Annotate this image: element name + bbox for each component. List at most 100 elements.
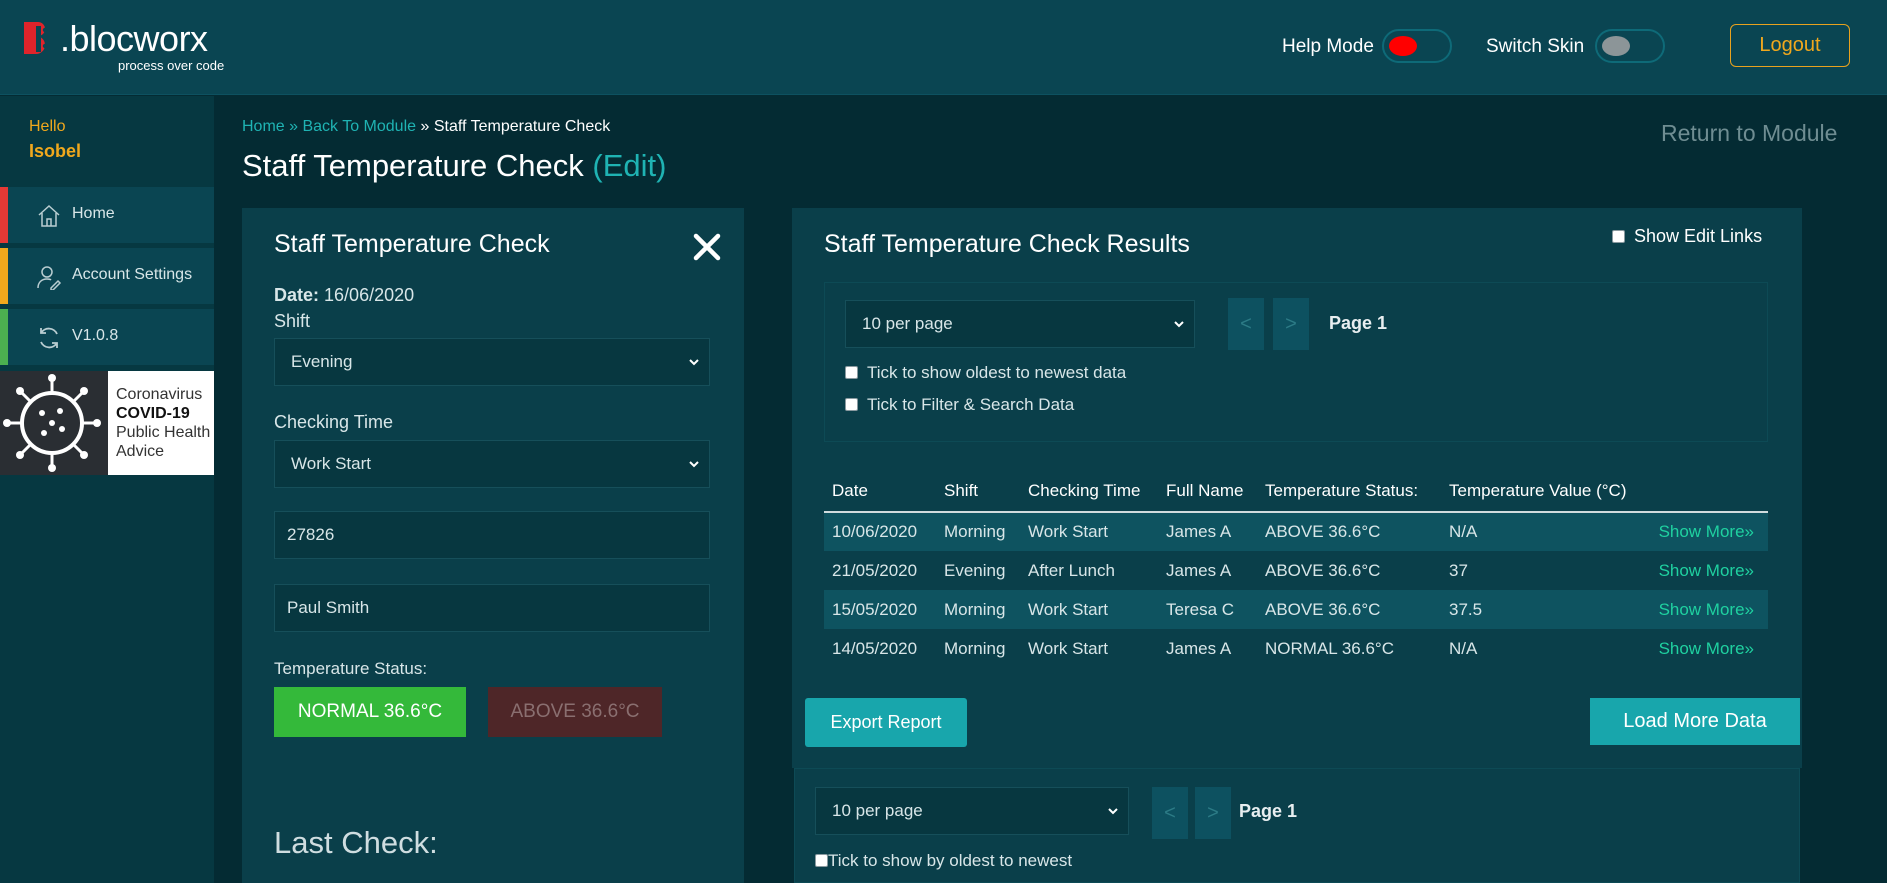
cell-full-name: James A <box>1166 560 1232 580</box>
logo-text: .blocworx <box>60 18 208 59</box>
oldest-first-label: Tick to show oldest to newest data <box>867 363 1127 382</box>
previous-page-button[interactable]: < <box>1228 298 1264 350</box>
temperature-status-label: Temperature Status: <box>274 659 428 678</box>
cell-temperature-value: 37 <box>1449 560 1468 580</box>
logout-button[interactable]: Logout <box>1730 24 1850 67</box>
filter-search-label: Tick to Filter & Search Data <box>867 395 1075 414</box>
show-edit-links-label: Show Edit Links <box>1634 226 1763 246</box>
staff-name-input[interactable]: Paul Smith <box>274 584 710 632</box>
shift-select[interactable]: Evening <box>274 338 710 386</box>
sidebar-item-label: V1.0.8 <box>72 327 119 344</box>
show-more-link[interactable]: Show More» <box>1631 629 1768 668</box>
normal-temperature-button[interactable]: NORMAL 36.6°C <box>274 687 466 737</box>
cell-temperature-status: ABOVE 36.6°C <box>1257 512 1441 551</box>
export-report-button[interactable]: Export Report <box>805 698 967 747</box>
oldest-first-checkbox[interactable] <box>845 366 858 380</box>
close-icon[interactable] <box>690 230 724 264</box>
show-edit-links-option[interactable]: Show Edit Links <box>1612 226 1762 247</box>
covid-advice-banner[interactable]: Coronavirus COVID-19 Public Health Advic… <box>0 371 214 475</box>
logo-mark-icon <box>24 22 48 54</box>
edit-link[interactable]: (Edit) <box>592 148 666 183</box>
column-header-temperature-status[interactable]: Temperature Status: <box>1257 470 1441 513</box>
bottom-previous-page-button[interactable]: < <box>1152 787 1188 839</box>
show-more-link[interactable]: Show More» <box>1631 512 1768 551</box>
cell-checking-time: Work Start <box>1020 590 1158 629</box>
chevron-down-icon <box>1108 808 1118 815</box>
switch-skin-knob <box>1602 36 1630 56</box>
date-row: Date: 16/06/2020 <box>274 285 414 306</box>
checking-time-select[interactable]: Work Start <box>274 440 710 488</box>
cell-temperature-value: N/A <box>1449 638 1478 658</box>
sidebar-item-label: Account Settings <box>72 266 193 283</box>
filter-search-option[interactable]: Tick to Filter & Search Data <box>845 395 1074 415</box>
cell-shift: Morning <box>944 638 1006 658</box>
cell-date: 10/06/2020 <box>824 512 936 551</box>
table-row: 15/05/2020 Morning Work Start Teresa C A… <box>824 590 1768 629</box>
checking-time-label: Checking Time <box>274 412 394 432</box>
oldest-first-option[interactable]: Tick to show oldest to newest data <box>845 363 1126 383</box>
filter-search-checkbox[interactable] <box>845 398 858 412</box>
bottom-oldest-first-checkbox[interactable] <box>815 854 828 868</box>
sidebar-item-account-settings[interactable]: Account Settings <box>0 248 214 306</box>
cell-full-name: James A <box>1158 512 1257 551</box>
help-mode-toggle[interactable] <box>1382 29 1452 63</box>
cell-shift: Morning <box>936 512 1020 551</box>
blocworx-logo[interactable]: .blocworx process over code <box>22 18 232 74</box>
sidebar: Hello Isobel Home Account Settings V1.0.… <box>0 96 214 883</box>
column-header-actions <box>1631 470 1768 513</box>
bottom-page-indicator: Page 1 <box>1239 801 1298 821</box>
show-edit-links-checkbox[interactable] <box>1612 229 1625 243</box>
show-more-link[interactable]: Show More» <box>1631 590 1768 629</box>
show-more-link[interactable]: Show More» <box>1631 551 1768 590</box>
results-table: Date Shift Checking Time Full Name Tempe… <box>824 470 1768 668</box>
cell-date: 14/05/2020 <box>832 638 918 658</box>
per-page-value: 10 per page <box>862 314 953 333</box>
breadcrumb-home-link[interactable]: Home <box>242 118 285 135</box>
bottom-oldest-first-option[interactable]: Tick to show by oldest to newest <box>815 851 1072 871</box>
cell-full-name: James A <box>1166 638 1232 658</box>
bottom-per-page-select[interactable]: 10 per page <box>815 787 1129 835</box>
breadcrumb-back-link[interactable]: Back To Module <box>302 118 416 135</box>
column-header-full-name[interactable]: Full Name <box>1158 470 1257 513</box>
cell-date: 21/05/2020 <box>832 560 918 580</box>
column-header-date[interactable]: Date <box>824 470 936 513</box>
cell-temperature-status: ABOVE 36.6°C <box>1257 590 1441 629</box>
switch-skin-toggle[interactable] <box>1595 29 1665 63</box>
shift-select-value: Evening <box>291 352 353 371</box>
column-header-checking-time[interactable]: Checking Time <box>1020 470 1158 513</box>
breadcrumb-separator: » <box>284 118 303 135</box>
last-check-heading: Last Check: <box>274 825 438 860</box>
above-temperature-button[interactable]: ABOVE 36.6°C <box>488 687 662 737</box>
bottom-oldest-first-label: Tick to show by oldest to newest <box>828 851 1073 870</box>
next-page-button[interactable]: > <box>1273 298 1309 350</box>
table-row: 10/06/2020 Morning Work Start James A AB… <box>824 512 1768 551</box>
chevron-down-icon <box>1174 321 1184 328</box>
cell-full-name: Teresa C <box>1158 590 1257 629</box>
bottom-next-page-button[interactable]: > <box>1195 787 1231 839</box>
table-row: 14/05/2020 Morning Work Start James A NO… <box>824 629 1768 668</box>
staff-id-input[interactable]: 27826 <box>274 511 710 559</box>
sidebar-item-version[interactable]: V1.0.8 <box>0 309 214 367</box>
sidebar-item-home[interactable]: Home <box>0 187 214 245</box>
cell-checking-time: Work Start <box>1028 638 1108 658</box>
column-header-temperature-value[interactable]: Temperature Value (°C) <box>1441 470 1631 513</box>
logo-tagline: process over code <box>118 58 225 73</box>
return-to-module-link[interactable]: Return to Module <box>1661 120 1837 147</box>
covid-line-4: Advice <box>116 443 165 460</box>
page-indicator: Page 1 <box>1329 313 1388 333</box>
per-page-select[interactable]: 10 per page <box>845 300 1195 348</box>
sidebar-item-accent <box>0 187 8 243</box>
covid-graphic <box>0 371 108 475</box>
table-row: 21/05/2020 Evening After Lunch James A A… <box>824 551 1768 590</box>
page-title: Staff Temperature Check (Edit) <box>242 148 666 184</box>
top-bar: .blocworx process over code Help Mode Sw… <box>0 0 1887 95</box>
column-header-shift[interactable]: Shift <box>936 470 1020 513</box>
sidebar-item-accent <box>0 309 8 365</box>
sidebar-item-label: Home <box>72 205 115 222</box>
checking-time-value: Work Start <box>291 454 371 473</box>
help-mode-knob <box>1389 36 1417 56</box>
chevron-down-icon <box>689 461 699 468</box>
cell-temperature-status: NORMAL 36.6°C <box>1265 638 1394 658</box>
load-more-data-button[interactable]: Load More Data <box>1590 698 1800 745</box>
cell-temperature-status: ABOVE 36.6°C <box>1265 560 1381 580</box>
